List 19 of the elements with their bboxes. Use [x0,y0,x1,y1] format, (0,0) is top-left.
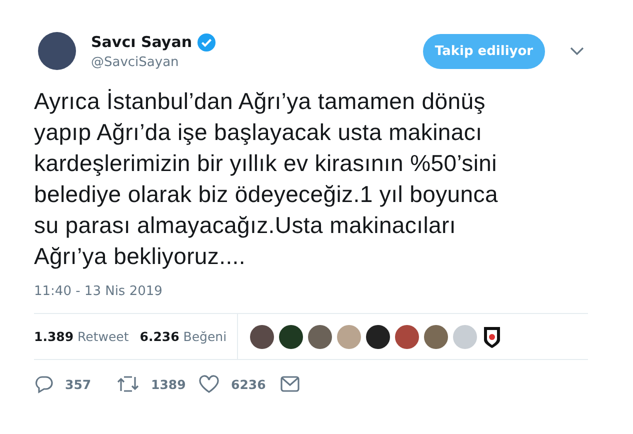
action-count: 6236 [231,376,266,392]
shield-logo-icon[interactable] [482,324,502,348]
liker-avatar-photo-placeholder[interactable] [366,324,390,348]
envelope-icon[interactable] [280,375,300,393]
avatar-photo-placeholder [38,32,76,70]
tweet-timestamp: 11:40 - 13 Nis 2019 [34,284,588,314]
author-handle: @SavciSayan [91,54,180,70]
stat-count[interactable]: 1.389 Retweet [34,329,129,344]
reply-icon[interactable] [34,374,54,394]
heart-icon[interactable] [198,374,220,394]
action-count: 357 [65,376,92,392]
action-count: 1389 [151,376,186,392]
author-name: Savcı Sayan [91,33,192,51]
liker-avatar-photo-placeholder[interactable] [278,324,303,348]
retweet-icon[interactable] [116,374,140,394]
chevron-down-icon[interactable] [570,47,584,55]
tweet-text: Ayrıca İstanbul’dan Ağrı’ya tamamen dönüş yapıp Ağrı’da işe başlayacak usta makinacı kardeşlerimizin bir yıllık ev kirasının %50’sini belediye olarak biz ödeyeceğiz.1 yıl boyunca su parası almayacağız.Usta makinacıları Ağrı’ya bekliyoruz.... [34,87,499,271]
stat-count[interactable]: 6.236 Beğeni [140,329,227,344]
liker-avatar-photo-placeholder[interactable] [250,324,274,348]
